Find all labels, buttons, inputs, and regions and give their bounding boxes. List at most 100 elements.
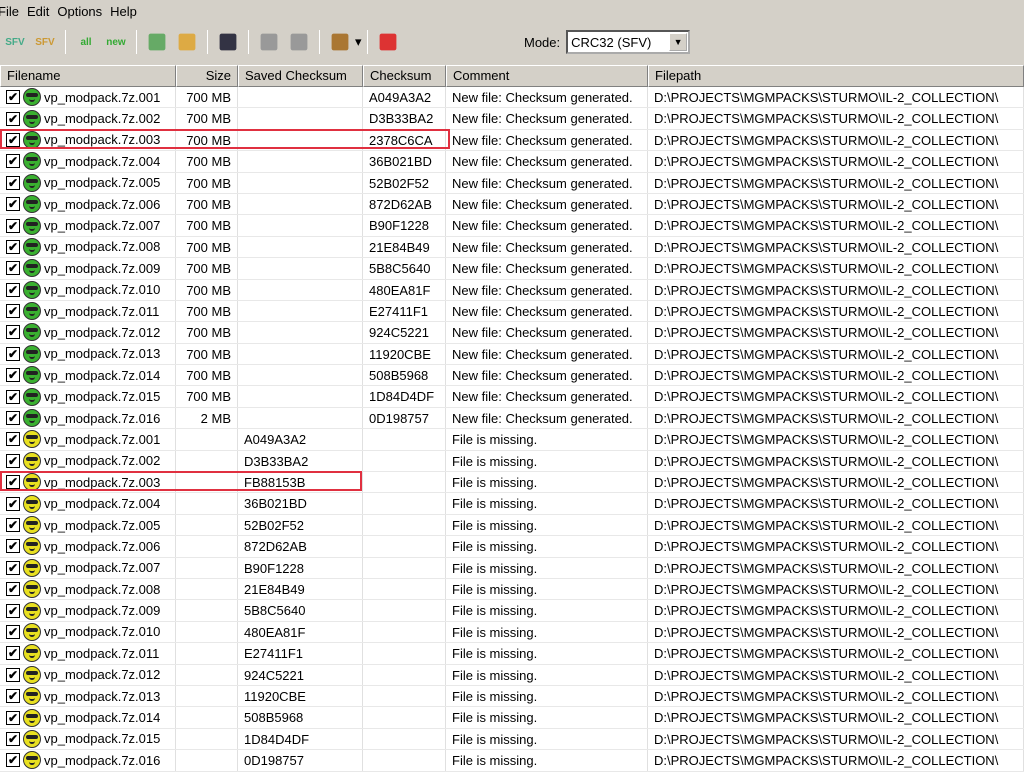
- chevron-down-icon[interactable]: ▼: [669, 33, 688, 51]
- clean-icon[interactable]: [331, 33, 349, 51]
- col-filepath[interactable]: Filepath: [648, 65, 1024, 87]
- row-checkbox[interactable]: ✔: [6, 132, 20, 147]
- chevron-down-icon[interactable]: ▾: [355, 34, 362, 50]
- row-checkbox[interactable]: ✔: [6, 603, 20, 618]
- row-checkbox[interactable]: ✔: [6, 624, 20, 639]
- row-checkbox[interactable]: ✔: [6, 239, 20, 254]
- table-row[interactable]: ✔ vp_modpack.7z.009 5B8C5640 File is missin…: [0, 600, 1024, 622]
- table-row[interactable]: ✔ vp_modpack.7z.016 2 MB 0D198757 New file: …: [0, 407, 1024, 430]
- table-row[interactable]: ✔ vp_modpack.7z.006 872D62AB File is missin…: [0, 536, 1024, 558]
- row-checkbox[interactable]: ✔: [6, 453, 20, 468]
- table-row[interactable]: ✔ vp_modpack.7z.004 700 MB 36B021BD New file…: [0, 151, 1024, 173]
- row-checkbox[interactable]: ✔: [6, 218, 20, 233]
- row-checkbox[interactable]: ✔: [6, 261, 20, 276]
- status-missing-icon: [23, 580, 41, 599]
- cell-saved-checksum: 5B8C5640: [238, 600, 363, 621]
- mode-select[interactable]: CRC32 (SFV) ▼: [566, 30, 691, 54]
- col-filename[interactable]: Filename: [0, 65, 176, 87]
- check-all-icon[interactable]: all: [74, 30, 98, 54]
- table-row[interactable]: ✔ vp_modpack.7z.014 508B5968 File is missin…: [0, 707, 1024, 729]
- open-sfv-icon[interactable]: SFV: [33, 30, 57, 54]
- row-checkbox[interactable]: ✔: [6, 539, 20, 554]
- table-row[interactable]: ✔ vp_modpack.7z.012 700 MB 924C5221 New file…: [0, 322, 1024, 344]
- menu-file[interactable]: File: [0, 4, 27, 19]
- uncheck-icon[interactable]: [290, 33, 308, 51]
- row-checkbox[interactable]: ✔: [6, 346, 20, 361]
- table-row[interactable]: ✔ vp_modpack.7z.008 21E84B49 File is missin…: [0, 578, 1024, 601]
- table-row[interactable]: ✔ vp_modpack.7z.012 924C5221 File is missin…: [0, 664, 1024, 686]
- cell-size: 700 MB: [176, 129, 238, 151]
- table-row[interactable]: ✔ vp_modpack.7z.014 700 MB 508B5968 New file…: [0, 365, 1024, 387]
- table-row[interactable]: ✔ vp_modpack.7z.010 480EA81F File is missin…: [0, 621, 1024, 644]
- row-checkbox[interactable]: ✔: [6, 753, 20, 768]
- table-row[interactable]: ✔ vp_modpack.7z.003 FB88153B File is missin…: [0, 471, 1024, 494]
- row-checkbox[interactable]: ✔: [6, 432, 20, 447]
- row-checkbox[interactable]: ✔: [6, 154, 20, 169]
- row-checkbox[interactable]: ✔: [6, 389, 20, 404]
- save-icon[interactable]: [219, 33, 237, 51]
- table-row[interactable]: ✔ vp_modpack.7z.015 700 MB 1D84D4DF New file…: [0, 386, 1024, 408]
- table-row[interactable]: ✔ vp_modpack.7z.001 A049A3A2 File is missin…: [0, 429, 1024, 451]
- row-checkbox[interactable]: ✔: [6, 282, 20, 297]
- row-checkbox[interactable]: ✔: [6, 111, 20, 126]
- table-row[interactable]: ✔ vp_modpack.7z.008 700 MB 21E84B49 New file…: [0, 236, 1024, 259]
- table-row[interactable]: ✔ vp_modpack.7z.005 52B02F52 File is missin…: [0, 514, 1024, 537]
- row-checkbox[interactable]: ✔: [6, 304, 20, 319]
- row-checkbox[interactable]: ✔: [6, 175, 20, 190]
- table-row[interactable]: ✔ vp_modpack.7z.007 B90F1228 File is missin…: [0, 557, 1024, 579]
- row-checkbox[interactable]: ✔: [6, 731, 20, 746]
- table-row[interactable]: ✔ vp_modpack.7z.007 700 MB B90F1228 New file…: [0, 215, 1024, 237]
- status-missing-icon: [23, 622, 41, 641]
- row-checkbox[interactable]: ✔: [6, 90, 20, 105]
- cell-size: [176, 536, 238, 557]
- toolbar-separator: [366, 30, 368, 54]
- menu-edit[interactable]: Edit: [27, 4, 57, 19]
- table-row[interactable]: ✔ vp_modpack.7z.001 700 MB A049A3A2 New file…: [0, 87, 1024, 109]
- row-checkbox[interactable]: ✔: [6, 475, 20, 490]
- table-row[interactable]: ✔ vp_modpack.7z.011 E27411F1 File is missin…: [0, 643, 1024, 665]
- add-folder-icon[interactable]: [178, 33, 196, 51]
- check-selected-icon[interactable]: [260, 33, 278, 51]
- cell-size: 700 MB: [176, 108, 238, 129]
- add-files-icon[interactable]: [148, 33, 166, 51]
- row-checkbox[interactable]: ✔: [6, 368, 20, 383]
- table-row[interactable]: ✔ vp_modpack.7z.011 700 MB E27411F1 New file…: [0, 300, 1024, 323]
- col-comment[interactable]: Comment: [446, 65, 648, 87]
- row-checkbox[interactable]: ✔: [6, 518, 20, 532]
- pin-icon[interactable]: [379, 33, 396, 51]
- table-row[interactable]: ✔ vp_modpack.7z.013 700 MB 11920CBE New file…: [0, 343, 1024, 366]
- col-saved-checksum[interactable]: Saved Checksum: [238, 65, 363, 87]
- table-row[interactable]: ✔ vp_modpack.7z.004 36B021BD File is missin…: [0, 493, 1024, 515]
- row-checkbox[interactable]: ✔: [6, 197, 20, 212]
- menu-help[interactable]: Help: [110, 4, 145, 19]
- table-row[interactable]: ✔ vp_modpack.7z.015 1D84D4DF File is missin…: [0, 728, 1024, 751]
- check-new-icon[interactable]: new: [104, 30, 128, 54]
- table-row[interactable]: ✔ vp_modpack.7z.002 D3B33BA2 File is missin…: [0, 450, 1024, 473]
- col-size[interactable]: Size: [176, 65, 238, 87]
- table-row[interactable]: ✔ vp_modpack.7z.002 700 MB D3B33BA2 New file…: [0, 108, 1024, 130]
- table-row[interactable]: ✔ vp_modpack.7z.003 700 MB 2378C6CA New file…: [0, 128, 1024, 152]
- cell-filename: ✔ vp_modpack.7z.008: [0, 578, 176, 600]
- row-checkbox[interactable]: ✔: [6, 582, 20, 597]
- table-row[interactable]: ✔ vp_modpack.7z.005 700 MB 52B02F52 New file…: [0, 172, 1024, 194]
- col-checksum[interactable]: Checksum: [363, 65, 446, 87]
- cell-filepath: D:\PROJECTS\MGMPACKS\STURMO\IL-2_COLLECT…: [648, 151, 1024, 172]
- row-checkbox[interactable]: ✔: [6, 646, 20, 661]
- table-row[interactable]: ✔ vp_modpack.7z.009 700 MB 5B8C5640 New file…: [0, 258, 1024, 280]
- cell-saved-checksum: [238, 108, 363, 129]
- filename-text: vp_modpack.7z.006: [44, 538, 161, 554]
- table-row[interactable]: ✔ vp_modpack.7z.006 700 MB 872D62AB New file…: [0, 193, 1024, 216]
- new-sfv-icon[interactable]: SFV: [3, 30, 27, 54]
- row-checkbox[interactable]: ✔: [6, 560, 20, 575]
- menu-options[interactable]: Options: [57, 4, 110, 19]
- row-checkbox[interactable]: ✔: [6, 689, 20, 704]
- row-checkbox[interactable]: ✔: [6, 496, 20, 511]
- row-checkbox[interactable]: ✔: [6, 710, 20, 725]
- table-row[interactable]: ✔ vp_modpack.7z.013 11920CBE File is missin…: [0, 685, 1024, 708]
- table-row[interactable]: ✔ vp_modpack.7z.010 700 MB 480EA81F New file…: [0, 279, 1024, 301]
- row-checkbox[interactable]: ✔: [6, 325, 20, 340]
- row-checkbox[interactable]: ✔: [6, 411, 20, 426]
- cell-checksum: [363, 600, 446, 621]
- row-checkbox[interactable]: ✔: [6, 667, 20, 682]
- table-row[interactable]: ✔ vp_modpack.7z.016 0D198757 File is missin…: [0, 750, 1024, 772]
